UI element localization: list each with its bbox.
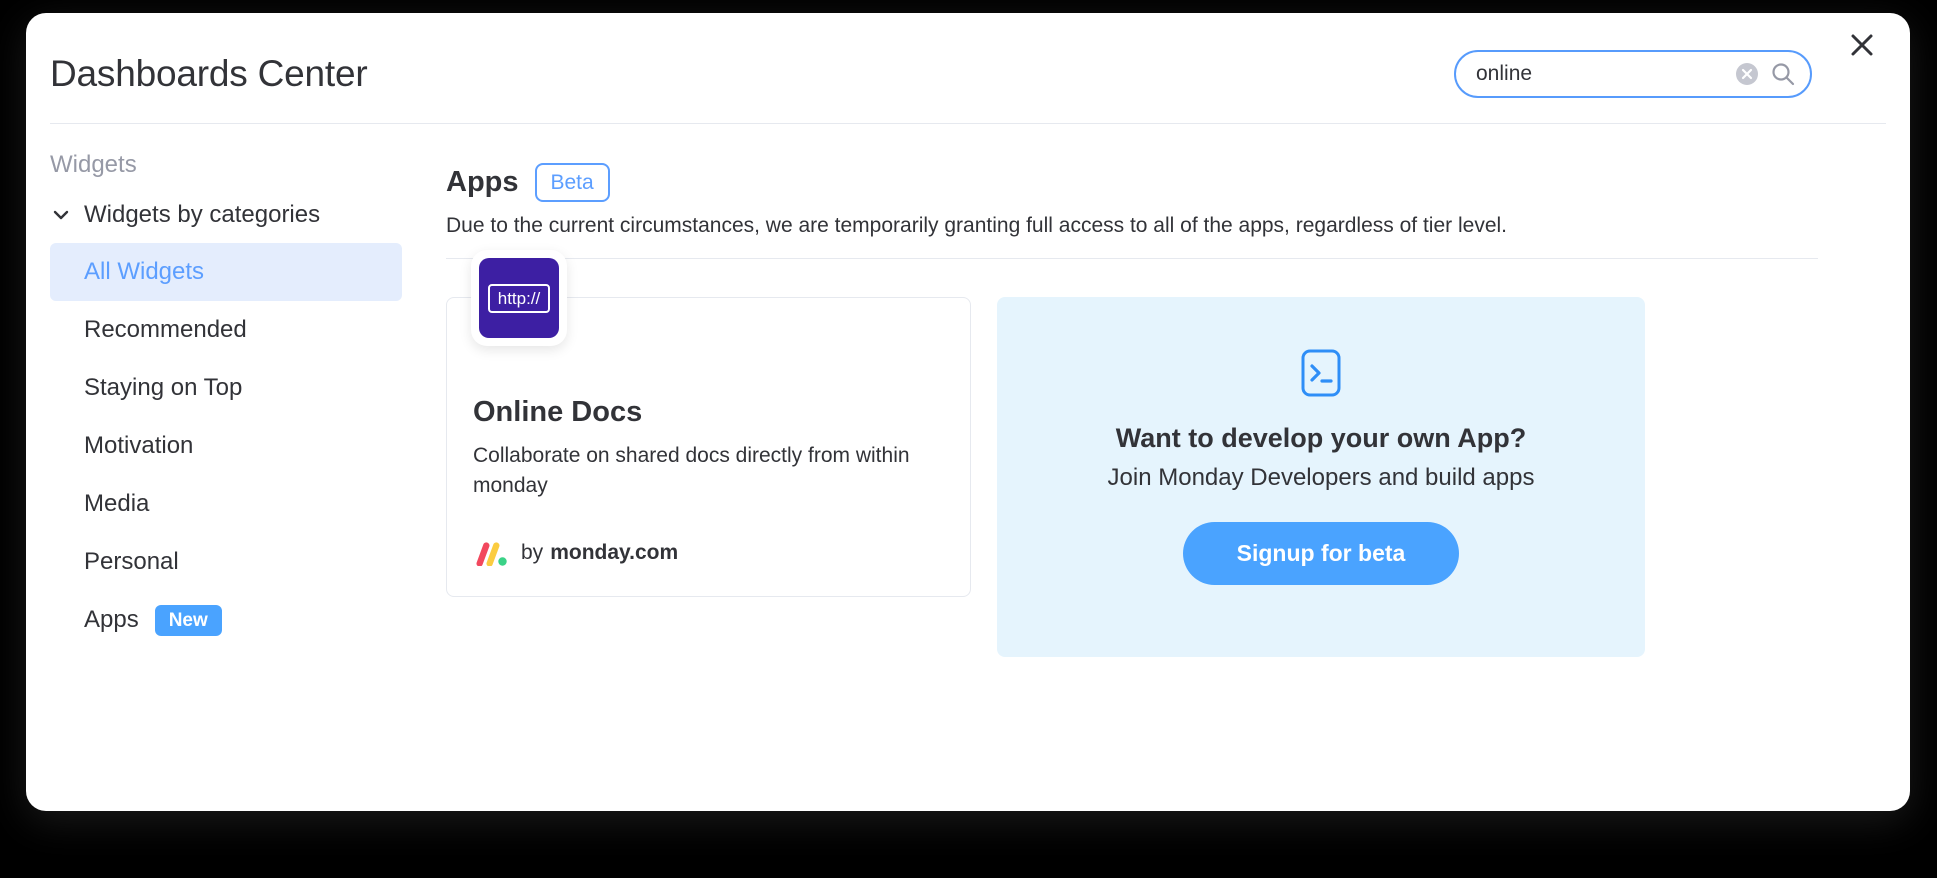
author-name: monday.com [550,541,679,564]
close-button[interactable] [1838,21,1886,69]
sidebar-item-list: All Widgets Recommended Staying on Top M… [26,243,426,649]
sidebar-item-label: Staying on Top [84,374,243,401]
dashboards-center-modal: Dashboards Center Widgets [26,13,1910,811]
main-panel: Apps Beta Due to the current circumstanc… [426,141,1910,811]
sidebar-item-media[interactable]: Media [50,475,402,533]
modal-body: Widgets Widgets by categories All Widget… [26,141,1910,811]
beta-badge: Beta [534,163,610,202]
sidebar-item-all-widgets[interactable]: All Widgets [50,243,402,301]
page-title: Dashboards Center [50,53,368,94]
app-description: Collaborate on shared docs directly from… [473,444,910,498]
monday-logo-icon [476,542,507,566]
developer-promo-panel: Want to develop your own App? Join Monda… [997,297,1645,657]
sidebar-item-label: All Widgets [84,258,205,285]
apps-title: Apps [446,166,519,198]
search-input[interactable] [1476,62,1734,86]
modal-header: Dashboards Center [26,13,1910,141]
sidebar-heading: Widgets [50,151,137,178]
search-box[interactable] [1454,50,1812,98]
app-author: by monday.com [473,540,678,566]
close-icon [1851,34,1873,56]
apps-header: Apps Beta [446,163,1818,202]
sidebar-item-apps[interactable]: Apps New [50,591,402,649]
terminal-icon [1301,349,1341,397]
developer-panel-title: Want to develop your own App? [1115,423,1527,453]
app-name: Online Docs [473,396,643,428]
app-card-online-docs[interactable]: http:// Online Docs Collaborate on share… [446,250,971,597]
sidebar-item-label: Media [84,490,150,517]
http-app-icon: http:// [479,258,559,338]
new-badge: New [154,604,222,636]
sidebar-item-label: Apps [84,606,139,633]
author-prefix: by [521,541,544,564]
main-divider [446,258,1818,259]
sidebar-item-label: Recommended [84,316,247,343]
sidebar-item-label: Personal [84,548,179,575]
apps-description: Due to the current circumstances, we are… [446,214,1507,237]
magnifier-icon[interactable] [1770,61,1796,87]
sidebar-item-staying-on-top[interactable]: Staying on Top [50,359,402,417]
sidebar: Widgets Widgets by categories All Widget… [26,141,426,811]
sidebar-item-personal[interactable]: Personal [50,533,402,591]
chevron-down-icon [50,204,72,226]
sidebar-group-label: Widgets by categories [84,201,321,228]
app-icon-label: http:// [487,283,551,313]
clear-circle-icon[interactable] [1734,61,1760,87]
sidebar-item-motivation[interactable]: Motivation [50,417,402,475]
app-icon-container: http:// [471,250,567,346]
sidebar-group-widgets-by-categories[interactable]: Widgets by categories [50,201,426,229]
developer-panel-subtitle: Join Monday Developers and build apps [1107,464,1535,491]
header-divider [50,123,1886,124]
signup-for-beta-button[interactable]: Signup for beta [1182,522,1460,585]
sidebar-item-label: Motivation [84,432,194,459]
sidebar-item-recommended[interactable]: Recommended [50,301,402,359]
cards-row: http:// Online Docs Collaborate on share… [446,250,1818,657]
